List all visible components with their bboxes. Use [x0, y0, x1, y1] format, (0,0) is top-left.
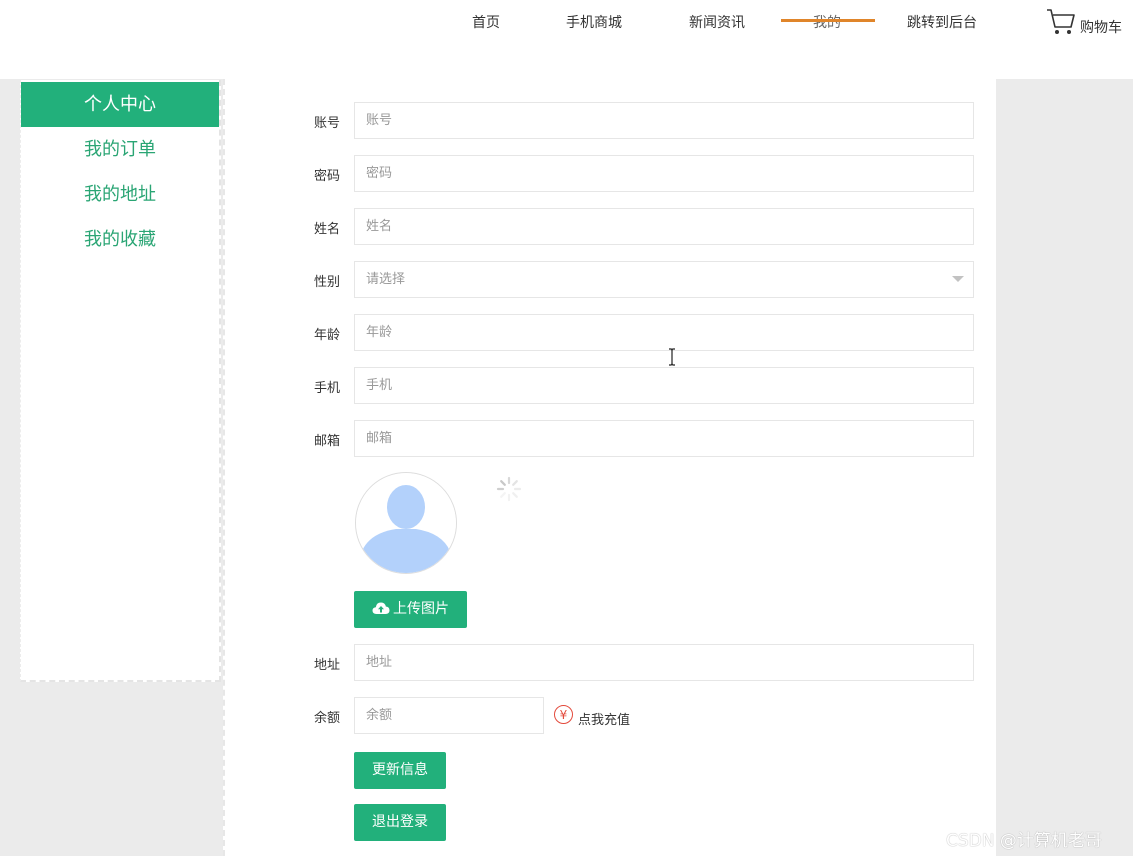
sidebar-item-my-orders[interactable]: 我的订单	[21, 127, 219, 172]
cloud-upload-icon	[372, 602, 390, 614]
logout-button[interactable]: 退出登录	[354, 804, 446, 841]
balance-label: 余额	[313, 711, 340, 726]
cart-link[interactable]: 购物车	[1046, 8, 1122, 40]
sidebar-item-my-address[interactable]: 我的地址	[21, 172, 219, 217]
text-cursor-icon	[668, 348, 676, 370]
nav-home[interactable]: 首页	[472, 12, 500, 32]
nav-admin[interactable]: 跳转到后台	[907, 12, 977, 32]
yuan-icon: ¥	[554, 705, 573, 724]
address-input[interactable]	[354, 644, 974, 681]
balance-input[interactable]	[354, 697, 544, 734]
account-input[interactable]	[354, 102, 974, 139]
address-label: 地址	[313, 658, 340, 673]
cart-label: 购物车	[1080, 20, 1122, 36]
gender-select[interactable]: 请选择	[354, 261, 974, 298]
nav-news[interactable]: 新闻资讯	[689, 12, 745, 32]
update-info-button[interactable]: 更新信息	[354, 752, 446, 789]
upload-image-button[interactable]: 上传图片	[354, 591, 467, 628]
email-input[interactable]	[354, 420, 974, 457]
gender-label: 性别	[313, 275, 340, 290]
password-label: 密码	[313, 169, 340, 184]
phone-input[interactable]	[354, 367, 974, 404]
dropdown-arrow-icon	[952, 276, 964, 282]
nav-active-underline	[781, 19, 875, 22]
sidebar-item-my-favorites[interactable]: 我的收藏	[21, 217, 219, 262]
upload-image-label: 上传图片	[393, 601, 449, 617]
main-panel	[223, 79, 996, 856]
age-input[interactable]	[354, 314, 974, 351]
name-label: 姓名	[313, 222, 340, 237]
recharge-label: 点我充值	[578, 713, 631, 728]
email-label: 邮箱	[313, 434, 340, 449]
account-label: 账号	[313, 116, 340, 131]
nav-phone-mall[interactable]: 手机商城	[566, 12, 622, 32]
top-nav-bar: 首页 手机商城 新闻资讯 我的 跳转到后台 购物车	[0, 0, 1133, 79]
watermark: CSDN @计算机老哥	[946, 831, 1102, 851]
avatar	[355, 472, 457, 574]
sidebar-item-personal-center[interactable]: 个人中心	[21, 82, 219, 127]
nav-mine[interactable]: 我的	[813, 12, 841, 32]
cart-icon	[1047, 9, 1075, 34]
phone-label: 手机	[313, 381, 340, 396]
name-input[interactable]	[354, 208, 974, 245]
password-input[interactable]	[354, 155, 974, 192]
avatar-placeholder-icon	[356, 473, 456, 573]
sidebar: 个人中心 我的订单 我的地址 我的收藏	[20, 80, 221, 682]
loading-spinner-icon	[496, 476, 522, 506]
age-label: 年龄	[313, 328, 340, 343]
